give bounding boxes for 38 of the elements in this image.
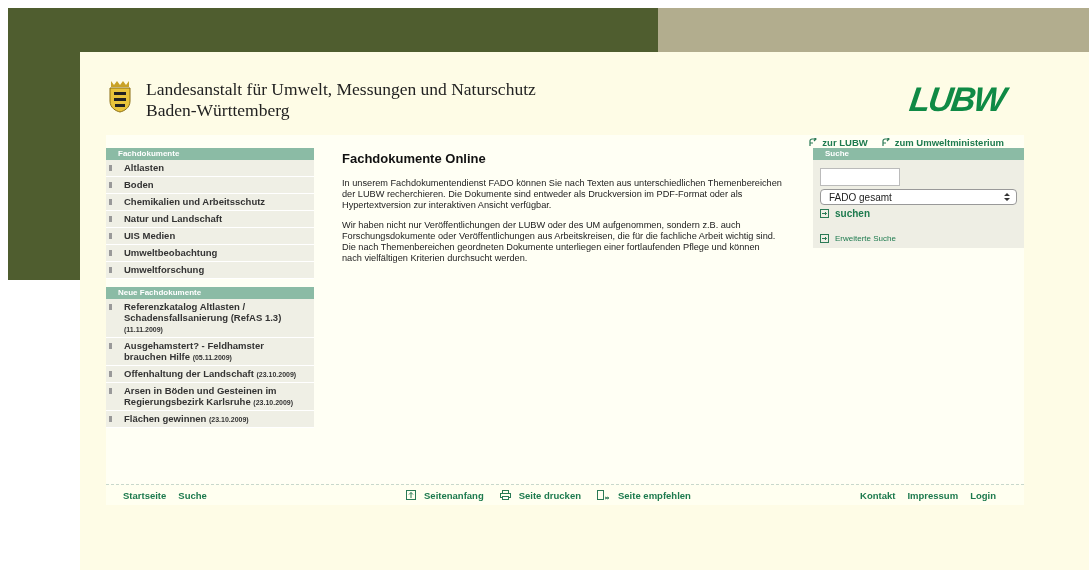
up-arrow-icon [406, 490, 417, 500]
coat-of-arms-icon [108, 79, 132, 113]
external-link[interactable]: zur LUBW [809, 137, 868, 148]
institution-name: Baden-Württemberg [146, 100, 291, 121]
sidebar-item[interactable]: Altlasten [106, 160, 314, 177]
page-heading: Fachdokumente Online [342, 151, 487, 166]
arrow-box-icon [820, 209, 829, 218]
search-link[interactable]: suchen [820, 208, 1017, 219]
document-forward-icon [597, 490, 610, 500]
institution-name: Landesanstalt für Umwelt, Messungen und Naturschutz [146, 79, 537, 100]
footer-link[interactable]: Seite drucken [499, 489, 581, 501]
footer-link[interactable]: Login [970, 489, 996, 501]
printer-icon [499, 490, 511, 500]
dropdown-arrows-icon [1002, 191, 1012, 203]
search-field[interactable] [820, 168, 900, 186]
link-icon [809, 138, 819, 147]
section-header: Fachdokumente [106, 148, 314, 160]
paragraph: Wir haben nicht nur Veröffentlichungen der LUBW oder des UM aufgenommen, sondern z.B. auch Forschungsdokumente oder Veröffentlichungen aus Arbeitskreisen, die für die fachliche Arbeit wichtig sind. Die nach Themenbereichen geordneten Dokumente unterliegen einer fortlaufenden Pflege und können nach vielfältigen Kriterien durchsucht werden. [342, 220, 777, 264]
footer-link[interactable]: Seite empfehlen [597, 489, 691, 501]
paragraph: In unserem Fachdokumentendienst FADO können Sie nach Texten aus unterschiedlichen Themenbereichen der LUBW recherchieren. Die Dokumente sind entweder als Druckversion im PDF-Format oder als Hypertextversion zur interaktiven Ansicht verfügbar. [342, 178, 782, 211]
footer-link[interactable]: Impressum [907, 489, 959, 501]
sidebar-item[interactable]: Chemikalien und Arbeitsschutz [106, 194, 314, 211]
footer-link[interactable]: Suche [178, 489, 207, 501]
arrow-box-icon [820, 234, 829, 243]
section-header: Neue Fachdokumente [106, 287, 314, 299]
footer-link[interactable]: Startseite [123, 489, 167, 501]
link-icon [881, 138, 891, 147]
section-header: Suche [813, 148, 1024, 160]
footer-link[interactable]: Kontakt [860, 489, 896, 501]
sidebar-item[interactable]: UIS Medien [106, 228, 314, 245]
sidebar-item[interactable]: Umweltforschung [106, 262, 314, 279]
sidebar-item[interactable]: Natur und Landschaft [106, 211, 314, 228]
footer-link[interactable]: Seitenanfang [406, 489, 484, 501]
external-link[interactable]: zum Umweltministerium [881, 137, 1004, 148]
sidebar-item[interactable]: Umweltbeobachtung [106, 245, 314, 262]
advanced-search-link[interactable]: Erweiterte Suche [820, 234, 1017, 243]
category-dropdown[interactable]: FADO gesamt [820, 189, 1017, 205]
sidebar-item[interactable]: Boden [106, 177, 314, 194]
